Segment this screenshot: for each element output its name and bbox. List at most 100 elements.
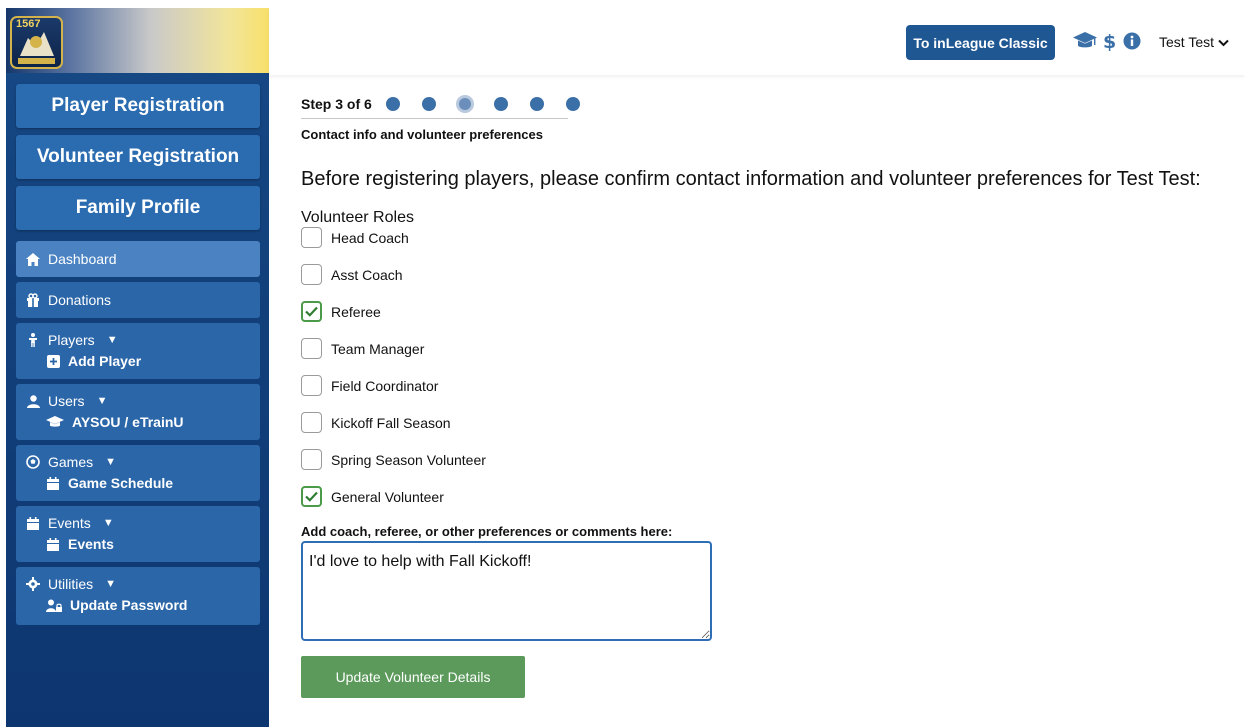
sidebar-group-events: Events ▼ Events bbox=[16, 506, 260, 562]
sidebar-item-update-password[interactable]: Update Password bbox=[16, 595, 260, 615]
sidebar-item-label: Players bbox=[48, 332, 95, 348]
checkbox[interactable] bbox=[301, 375, 322, 396]
calendar-icon bbox=[26, 516, 40, 530]
sidebar-item-label: Events bbox=[48, 515, 91, 531]
checkbox[interactable] bbox=[301, 227, 322, 248]
chevron-down-icon bbox=[1218, 34, 1229, 50]
soccer-ball-icon bbox=[26, 455, 40, 469]
sidebar-item-game-schedule[interactable]: Game Schedule bbox=[16, 473, 260, 493]
step-dot-6[interactable] bbox=[565, 97, 580, 111]
step-description: Contact info and volunteer preferences bbox=[301, 127, 543, 142]
role-label: Field Coordinator bbox=[331, 377, 439, 394]
step-indicator: Step 3 of 6 bbox=[301, 90, 1231, 118]
role-asst-coach[interactable]: Asst Coach bbox=[301, 256, 1231, 293]
sidebar-item-games[interactable]: Games ▼ bbox=[16, 451, 260, 473]
child-icon bbox=[26, 333, 40, 347]
role-label: Asst Coach bbox=[331, 266, 403, 283]
info-icon[interactable] bbox=[1123, 32, 1141, 55]
role-label: Spring Season Volunteer bbox=[331, 451, 486, 468]
intro-text: Before registering players, please confi… bbox=[301, 168, 1201, 190]
sidebar-group-users: Users ▼ AYSOU / eTrainU bbox=[16, 384, 260, 440]
volunteer-roles-list: Head Coach Asst Coach Referee Team Manag… bbox=[301, 219, 1231, 515]
player-registration-button[interactable]: Player Registration bbox=[16, 84, 260, 128]
sidebar-item-label: Donations bbox=[48, 292, 112, 308]
svg-text:$: $ bbox=[1103, 31, 1116, 51]
sidebar-item-label: Events bbox=[68, 536, 114, 552]
sidebar-item-events[interactable]: Events ▼ bbox=[16, 512, 260, 534]
checkbox[interactable] bbox=[301, 449, 322, 470]
gift-icon bbox=[26, 293, 40, 307]
logo-text: 1567 bbox=[16, 18, 41, 30]
family-profile-button[interactable]: Family Profile bbox=[16, 186, 260, 230]
calendar-icon bbox=[46, 537, 60, 551]
role-label: General Volunteer bbox=[331, 488, 444, 505]
caret-down-icon: ▼ bbox=[105, 456, 117, 468]
sidebar-item-donations[interactable]: Donations bbox=[16, 282, 260, 318]
home-icon bbox=[26, 252, 40, 266]
sidebar-item-players[interactable]: Players ▼ bbox=[16, 329, 260, 351]
step-dot-5[interactable] bbox=[529, 97, 544, 111]
checkbox[interactable] bbox=[301, 412, 322, 433]
user-name: Test Test bbox=[1159, 34, 1214, 50]
step-dot-2[interactable] bbox=[421, 97, 436, 111]
user-icon bbox=[26, 394, 40, 408]
sidebar-item-label: Games bbox=[48, 454, 94, 470]
sidebar: 1567 Player Registration Volunteer Regis… bbox=[6, 8, 269, 727]
role-label: Team Manager bbox=[331, 340, 425, 357]
logo-area: 1567 bbox=[6, 8, 269, 73]
calendar-icon bbox=[46, 476, 60, 490]
comments-textarea[interactable]: I'd love to help with Fall Kickoff! bbox=[301, 541, 712, 641]
graduation-cap-icon[interactable] bbox=[1073, 32, 1097, 55]
plus-square-icon bbox=[46, 354, 60, 368]
role-label: Kickoff Fall Season bbox=[331, 414, 451, 431]
sidebar-item-events-sub[interactable]: Events bbox=[16, 534, 260, 554]
dollar-icon[interactable]: $ bbox=[1103, 31, 1117, 56]
role-field-coordinator[interactable]: Field Coordinator bbox=[301, 367, 1231, 404]
caret-down-icon: ▼ bbox=[102, 517, 114, 529]
caret-down-icon: ▼ bbox=[105, 578, 117, 590]
step-dot-3-current[interactable] bbox=[455, 95, 474, 113]
role-spring-season-volunteer[interactable]: Spring Season Volunteer bbox=[301, 441, 1231, 478]
sidebar-group-games: Games ▼ Game Schedule bbox=[16, 445, 260, 501]
sidebar-item-label: Dashboard bbox=[48, 251, 117, 267]
sidebar-item-label: Utilities bbox=[48, 576, 94, 592]
sidebar-item-label: Update Password bbox=[70, 597, 188, 613]
role-label: Referee bbox=[331, 303, 381, 320]
role-kickoff-fall-season[interactable]: Kickoff Fall Season bbox=[301, 404, 1231, 441]
inleague-classic-button[interactable]: To inLeague Classic bbox=[906, 25, 1055, 60]
sidebar-item-label: Users bbox=[48, 393, 85, 409]
graduation-cap-icon bbox=[46, 415, 64, 429]
user-lock-icon bbox=[46, 598, 62, 612]
step-dot-4[interactable] bbox=[493, 97, 508, 111]
volunteer-registration-button[interactable]: Volunteer Registration bbox=[16, 135, 260, 179]
role-general-volunteer[interactable]: General Volunteer bbox=[301, 478, 1231, 515]
user-menu[interactable]: Test Test bbox=[1159, 34, 1229, 50]
sidebar-item-users[interactable]: Users ▼ bbox=[16, 390, 260, 412]
caret-down-icon: ▼ bbox=[106, 334, 118, 346]
caret-down-icon: ▼ bbox=[96, 395, 108, 407]
role-label: Head Coach bbox=[331, 229, 409, 246]
main-content: Step 3 of 6 Contact info and volunteer p… bbox=[301, 90, 1231, 698]
role-referee[interactable]: Referee bbox=[301, 293, 1231, 330]
sidebar-item-aysou[interactable]: AYSOU / eTrainU bbox=[16, 412, 260, 432]
role-head-coach[interactable]: Head Coach bbox=[301, 219, 1231, 256]
update-volunteer-details-button[interactable]: Update Volunteer Details bbox=[301, 656, 525, 698]
sidebar-item-label: Game Schedule bbox=[68, 475, 174, 491]
sidebar-item-utilities[interactable]: Utilities ▼ bbox=[16, 573, 260, 595]
step-dot-1[interactable] bbox=[385, 97, 400, 111]
sidebar-group-players: Players ▼ Add Player bbox=[16, 323, 260, 379]
step-divider bbox=[301, 118, 568, 119]
sidebar-group-utilities: Utilities ▼ Update Password bbox=[16, 567, 260, 625]
role-team-manager[interactable]: Team Manager bbox=[301, 330, 1231, 367]
checkbox-checked[interactable] bbox=[301, 486, 322, 507]
checkbox[interactable] bbox=[301, 338, 322, 359]
league-logo[interactable]: 1567 bbox=[10, 16, 63, 69]
checkbox[interactable] bbox=[301, 264, 322, 285]
sidebar-item-dashboard[interactable]: Dashboard bbox=[16, 241, 260, 277]
gear-icon bbox=[26, 577, 40, 591]
sidebar-item-add-player[interactable]: Add Player bbox=[16, 351, 260, 371]
top-bar: To inLeague Classic $ Test Test bbox=[269, 8, 1245, 75]
checkbox-checked[interactable] bbox=[301, 301, 322, 322]
sidebar-item-label: AYSOU / eTrainU bbox=[72, 414, 184, 430]
check-icon bbox=[305, 306, 318, 317]
